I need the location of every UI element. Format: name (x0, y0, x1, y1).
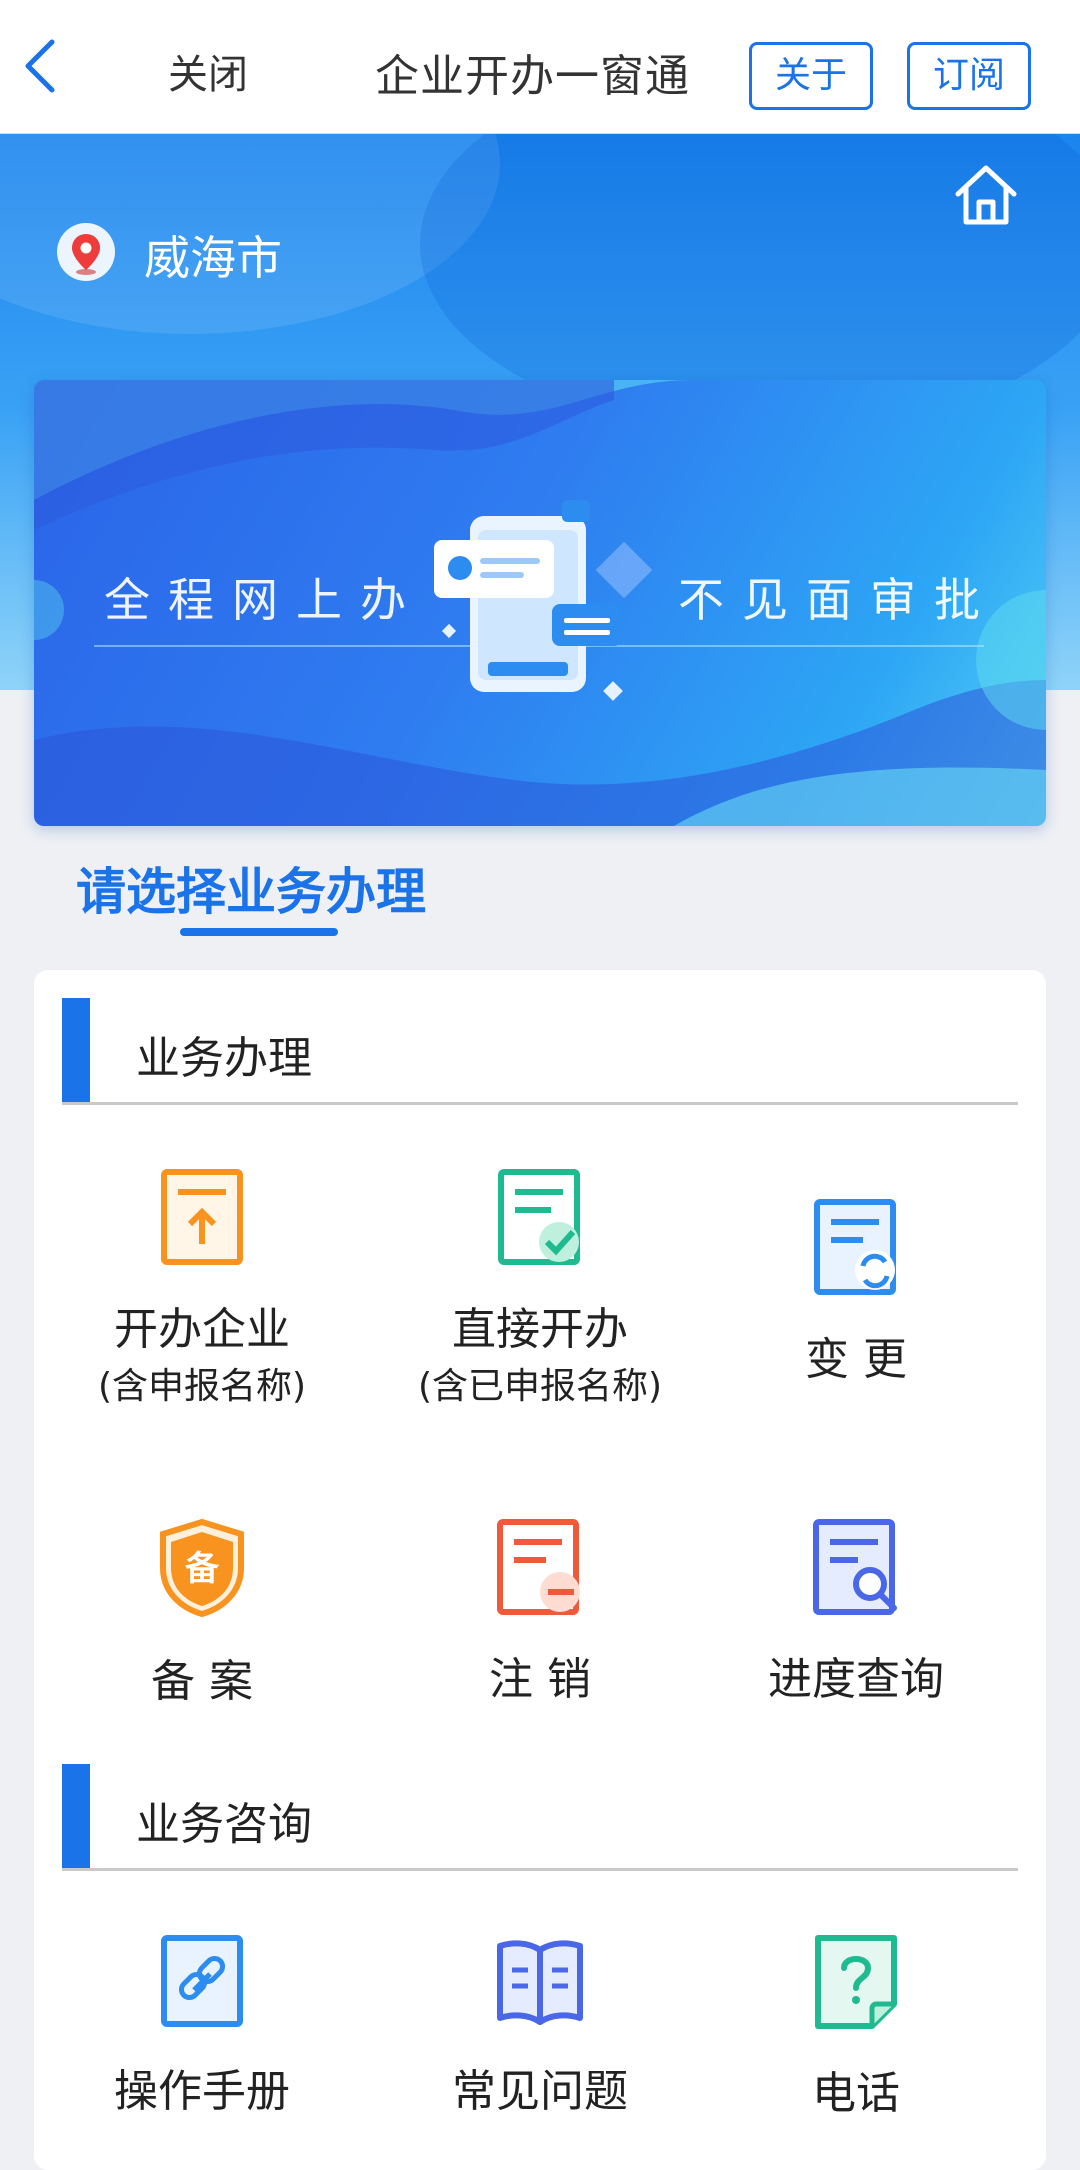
upload-doc-icon (161, 1169, 243, 1265)
section-accent-bar (62, 998, 90, 1102)
consult-section-label: 业务咨询 (136, 1799, 312, 1850)
section-title: 请选择业务办理 (76, 863, 426, 921)
svg-text:备: 备 (185, 1549, 220, 1589)
link-icon (161, 1935, 243, 2027)
tile-change[interactable]: 变 更 (706, 1198, 1006, 1386)
about-button[interactable]: 关于 (749, 42, 873, 110)
tile-subtitle: (含已申报名称) (417, 1366, 663, 1407)
promo-banner: 全程网上办 不见面审批 (34, 380, 1046, 826)
tile-subtitle: (含申报名称) (97, 1366, 307, 1407)
tile-operation-manual[interactable]: 操作手册 (52, 1934, 352, 2118)
city-selector[interactable]: 威海市 (144, 222, 282, 288)
tile-title: 开办企业 (114, 1304, 290, 1355)
section-title-underline (180, 928, 338, 936)
tile-title: 进度查询 (768, 1654, 944, 1705)
home-icon[interactable] (950, 160, 1022, 232)
tile-title: 注 销 (489, 1654, 591, 1705)
tile-title: 变 更 (805, 1334, 907, 1385)
consult-section-header: 业务咨询 (62, 1764, 1018, 1871)
tile-title: 备 案 (151, 1656, 253, 1707)
record-shield-icon: 备 (160, 1518, 244, 1618)
tile-direct-open[interactable]: 直接开办 (含已申报名称) (390, 1168, 690, 1410)
banner-left-slogan: 全程网上办 (104, 573, 424, 627)
tile-faq[interactable]: 常见问题 (390, 1934, 690, 2118)
tile-phone[interactable]: 电话 (706, 1934, 1006, 2120)
business-section-label: 业务办理 (136, 1033, 312, 1084)
search-doc-icon (813, 1519, 897, 1615)
back-arrow-icon[interactable] (18, 36, 68, 96)
book-icon (497, 1940, 583, 2025)
cancel-doc-icon (497, 1519, 580, 1615)
question-doc-icon (815, 1935, 897, 2029)
banner-right-slogan: 不见面审批 (678, 573, 998, 627)
tile-title: 常见问题 (452, 2066, 628, 2117)
tile-cancel[interactable]: 注 销 (390, 1518, 690, 1706)
business-section-header: 业务办理 (62, 998, 1018, 1105)
close-button[interactable]: 关闭 (168, 42, 248, 100)
tile-record[interactable]: 备 备 案 (52, 1518, 352, 1708)
page-title: 企业开办一窗通 (375, 51, 690, 102)
refresh-doc-icon (814, 1199, 896, 1295)
tile-title: 电话 (812, 2068, 900, 2119)
location-pin-icon (57, 223, 115, 281)
tile-open-enterprise[interactable]: 开办企业 (含申报名称) (52, 1168, 352, 1410)
section-accent-bar (62, 1764, 90, 1868)
subscribe-button[interactable]: 订阅 (907, 42, 1031, 110)
top-navigation-bar: 关闭 企业开办一窗通 关于 订阅 (0, 0, 1080, 134)
tile-title: 操作手册 (114, 2066, 290, 2117)
checked-doc-icon (498, 1169, 580, 1265)
tile-progress-query[interactable]: 进度查询 (706, 1518, 1006, 1706)
services-card: 业务办理 开办企业 (含申报名称) 直接开办 (含已申报名称) 变 更 备 备 … (34, 970, 1046, 2170)
tile-title: 直接开办 (452, 1304, 628, 1355)
